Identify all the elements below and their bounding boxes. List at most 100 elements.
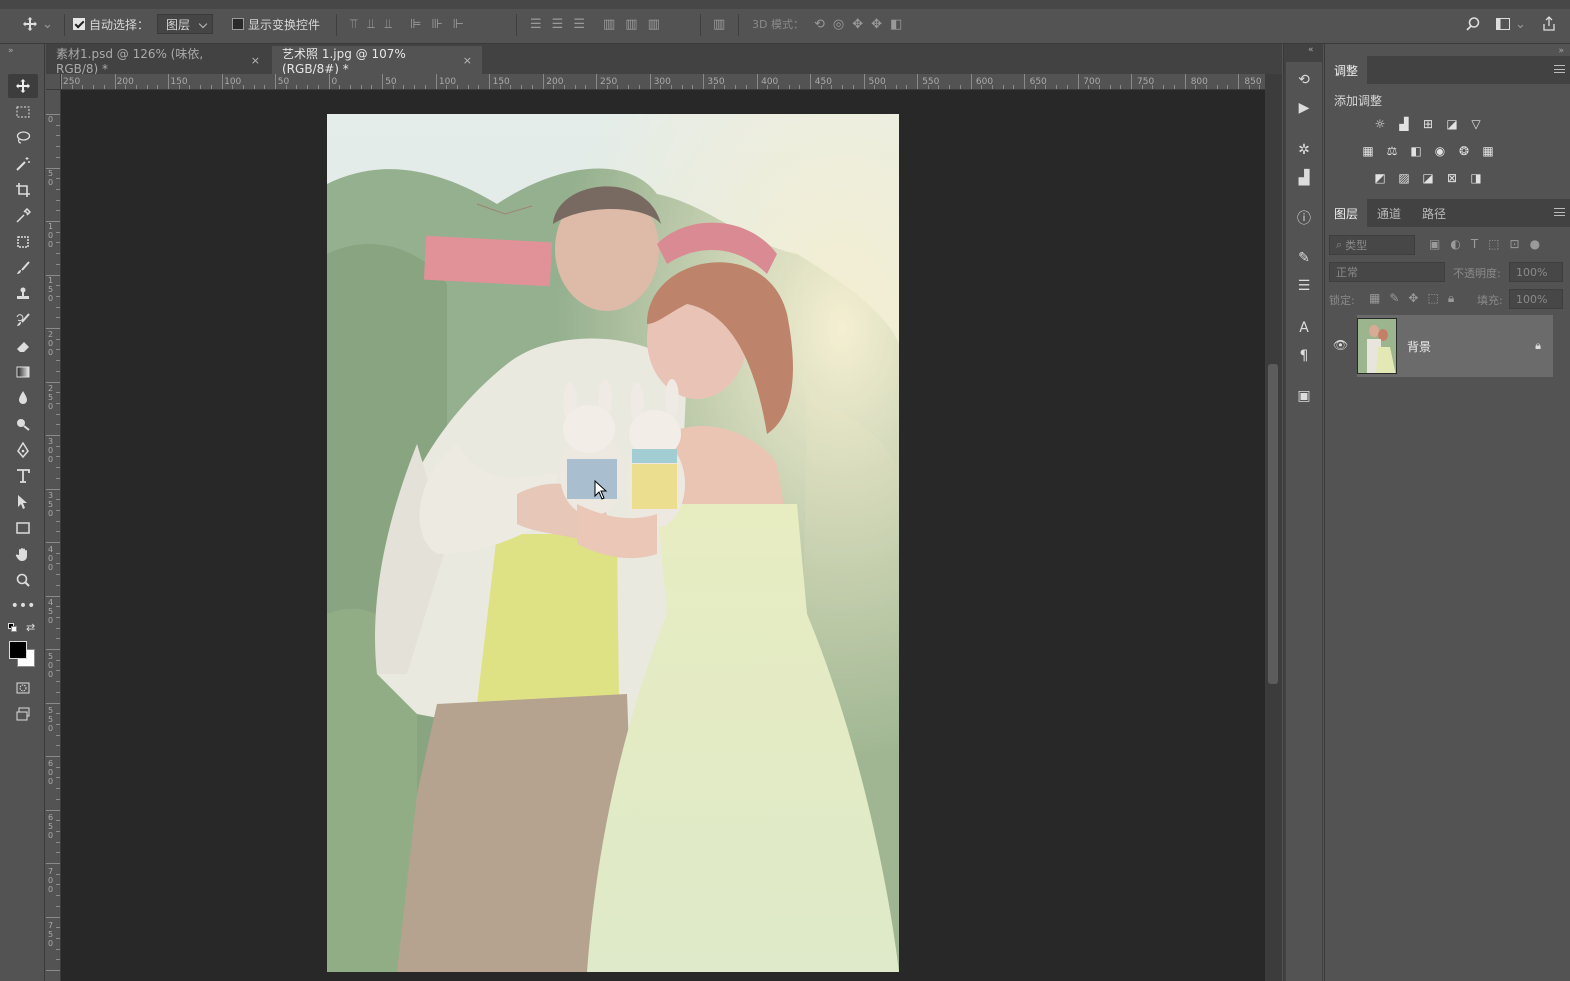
tab-document-1[interactable]: 素材1.psd @ 126% (味依, RGB/8) * ×	[46, 46, 270, 76]
panel-menu-icon[interactable]	[1554, 208, 1565, 216]
distribute-vcenter-icon[interactable]: ☰	[552, 17, 564, 32]
distribute-left-icon[interactable]: ▥	[603, 17, 615, 32]
vibrance-icon[interactable]: ▽	[1468, 116, 1484, 132]
marquee-tool[interactable]	[8, 100, 38, 124]
frame-tool[interactable]	[8, 230, 38, 254]
gradient-tool[interactable]	[8, 360, 38, 384]
lasso-tool[interactable]	[8, 126, 38, 150]
scrollbar-thumb[interactable]	[1268, 364, 1278, 684]
filter-shape-icon[interactable]: ⬚	[1488, 237, 1499, 251]
move-tool[interactable]	[8, 74, 38, 98]
show-transform-controls-checkbox[interactable]: 显示变换控件	[232, 14, 320, 34]
lock-all-icon[interactable]: 🔒︎	[1448, 291, 1454, 306]
blend-mode-dropdown[interactable]: 正常	[1329, 262, 1445, 282]
document-canvas[interactable]	[61, 90, 1265, 981]
foreground-color-swatch[interactable]	[9, 641, 27, 659]
panel-menu-icon[interactable]	[1554, 65, 1565, 73]
align-vcenter-icon[interactable]: ⫫	[367, 17, 374, 32]
history-brush-tool[interactable]	[8, 308, 38, 332]
rectangle-tool[interactable]	[8, 516, 38, 540]
lock-transparent-icon[interactable]: ▦	[1369, 291, 1380, 306]
dodge-tool[interactable]	[8, 412, 38, 436]
color-swatches[interactable]	[8, 640, 38, 670]
brush-settings-icon[interactable]: ✎	[1294, 248, 1314, 268]
3d-roll-icon[interactable]: ◎	[833, 17, 844, 32]
color-lookup-icon[interactable]: ▦	[1480, 143, 1496, 159]
share-button[interactable]	[1541, 14, 1557, 34]
auto-select-checkbox[interactable]: 自动选择：	[73, 14, 149, 34]
3d-orbit-icon[interactable]: ⟲	[814, 17, 825, 32]
magic-wand-tool[interactable]	[8, 152, 38, 176]
photo-filter-icon[interactable]: ◉	[1432, 143, 1448, 159]
curves-icon[interactable]: ⊞	[1420, 116, 1436, 132]
collapse-dock-icon[interactable]: «	[1308, 45, 1314, 55]
brightness-contrast-icon[interactable]: ☼	[1372, 116, 1388, 132]
default-colors-icon[interactable]	[8, 623, 18, 633]
exposure-icon[interactable]: ◪	[1444, 116, 1460, 132]
3d-scale-icon[interactable]: ◧	[890, 17, 902, 32]
horizontal-ruler[interactable]: 250 200 150 100 50 0 50 100 150 200 250 300 350 400 45…	[61, 74, 1265, 90]
fill-field[interactable]: 100%	[1509, 289, 1563, 309]
distribute-right-icon[interactable]: ▥	[648, 17, 660, 32]
align-bottom-icon[interactable]: ⫫	[385, 17, 392, 32]
threshold-icon[interactable]: ◪	[1420, 170, 1436, 186]
tab-document-2[interactable]: 艺术照 1.jpg @ 107%(RGB/8#) * ×	[272, 46, 482, 76]
quick-mask-button[interactable]	[8, 676, 38, 700]
black-white-icon[interactable]: ◧	[1408, 143, 1424, 159]
selective-color-icon[interactable]: ⊠	[1444, 170, 1460, 186]
properties-panel-icon[interactable]: ☰	[1294, 276, 1314, 296]
invert-icon[interactable]: ◩	[1372, 170, 1388, 186]
navigator-panel-icon[interactable]: ✲	[1294, 140, 1314, 160]
color-balance-icon[interactable]: ⚖	[1384, 143, 1400, 159]
workspace-switcher[interactable]: ⌄	[1495, 14, 1526, 34]
info-panel-icon[interactable]: ⓘ	[1294, 208, 1314, 228]
actions-panel-icon[interactable]: ▶	[1294, 98, 1314, 118]
layer-row-background[interactable]: 背景 🔒︎	[1357, 315, 1553, 377]
align-left-icon[interactable]: ⊫	[410, 17, 421, 32]
clone-stamp-tool[interactable]	[8, 282, 38, 306]
eraser-tool[interactable]	[8, 334, 38, 358]
eye-icon[interactable]: 👁︎	[1333, 338, 1348, 352]
collapse-panels-icon[interactable]: »	[1558, 46, 1564, 56]
filter-toggle-icon[interactable]: ●	[1530, 237, 1540, 251]
posterize-icon[interactable]: ▨	[1396, 170, 1412, 186]
lock-artboard-icon[interactable]: ⬚	[1427, 291, 1438, 306]
screen-mode-button[interactable]	[8, 702, 38, 726]
hand-tool[interactable]	[8, 542, 38, 566]
canvas-vertical-scrollbar[interactable]	[1265, 74, 1282, 981]
zoom-tool[interactable]	[8, 568, 38, 592]
distribute-hcenter-icon[interactable]: ▥	[625, 17, 637, 32]
levels-icon[interactable]: ▟	[1396, 116, 1412, 132]
channel-mixer-icon[interactable]: ❂	[1456, 143, 1472, 159]
auto-select-target-dropdown[interactable]: 图层	[157, 14, 213, 34]
filter-type-icon[interactable]: T	[1471, 237, 1478, 251]
collapse-toolbar-icon[interactable]: »	[8, 46, 14, 56]
auto-select-check[interactable]	[73, 18, 85, 30]
layer-name[interactable]: 背景	[1407, 338, 1431, 355]
type-tool[interactable]	[8, 464, 38, 488]
hue-saturation-icon[interactable]: ▦	[1360, 143, 1376, 159]
close-icon[interactable]: ×	[251, 54, 260, 67]
3d-pan-icon[interactable]: ✥	[852, 17, 863, 32]
filter-pixel-icon[interactable]: ▣	[1429, 237, 1440, 251]
align-right-icon[interactable]: ⊩	[453, 17, 464, 32]
distribute-top-icon[interactable]: ☰	[530, 17, 542, 32]
ruler-origin[interactable]	[46, 74, 61, 90]
brush-tool[interactable]	[8, 256, 38, 280]
paragraph-panel-icon[interactable]: ¶	[1294, 346, 1314, 366]
edit-toolbar-button[interactable]: •••	[8, 594, 38, 618]
close-icon[interactable]: ×	[463, 54, 472, 67]
tab-paths[interactable]: 路径	[1413, 199, 1455, 227]
history-panel-icon[interactable]: ⟲	[1294, 70, 1314, 90]
align-hcenter-icon[interactable]: ⊪	[431, 17, 442, 32]
eyedropper-tool[interactable]	[8, 204, 38, 228]
distribute-bottom-icon[interactable]: ☰	[573, 17, 585, 32]
filter-adjustment-icon[interactable]: ◐	[1450, 237, 1460, 251]
tab-channels[interactable]: 通道	[1368, 199, 1410, 227]
lock-image-icon[interactable]: ✎	[1389, 291, 1399, 306]
layer-filter-dropdown[interactable]: ⌕ 类型	[1329, 235, 1415, 255]
crop-tool[interactable]	[8, 178, 38, 202]
align-top-icon[interactable]: ⫪	[350, 17, 357, 32]
tab-layers[interactable]: 图层	[1325, 199, 1368, 227]
auto-align-icon[interactable]: ▥	[713, 17, 725, 32]
